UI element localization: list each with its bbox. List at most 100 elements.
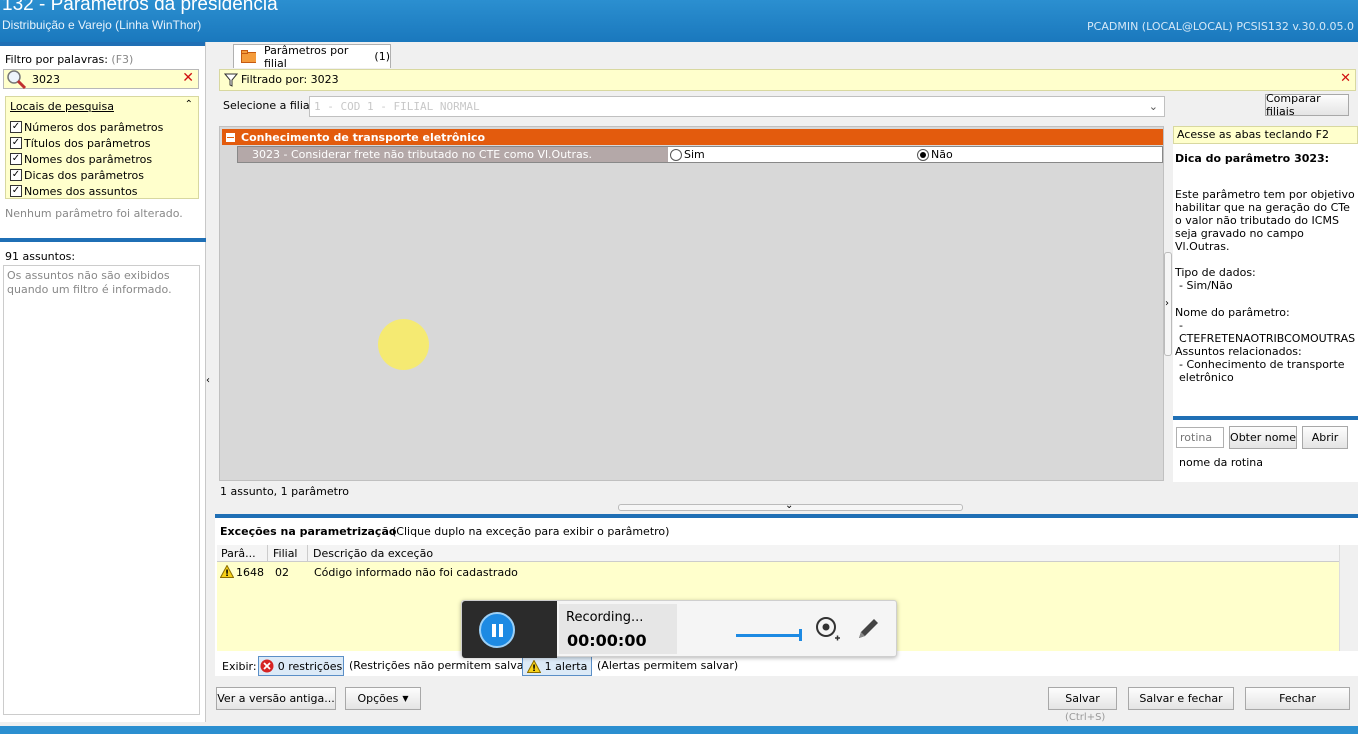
filial-select[interactable]: 1 - COD 1 - FILIAL NORMAL ⌄ xyxy=(309,96,1165,117)
rotina-input[interactable] xyxy=(1176,427,1224,448)
parameters-grid: Conhecimento de transporte eletrônico 30… xyxy=(219,126,1164,481)
recording-status-box: Recording... 00:00:00 xyxy=(559,604,677,654)
title-bar: 132 - Parâmetros da presidência Distribu… xyxy=(0,0,1358,42)
checkbox-assuntos[interactable]: ✓ Nomes dos assuntos xyxy=(10,184,138,198)
assuntos-count: 91 assuntos: xyxy=(5,250,76,263)
cell-descricao: Código informado não foi cadastrado xyxy=(314,566,518,579)
save-hotkey: (Ctrl+S) xyxy=(1065,712,1106,723)
old-version-button[interactable]: Ver a versão antiga... xyxy=(216,687,336,710)
search-icon xyxy=(7,70,27,90)
check-icon: ✓ xyxy=(10,185,22,197)
radio-circle-icon xyxy=(670,148,682,161)
recording-toolbar: Recording... 00:00:00 xyxy=(461,600,897,658)
save-button[interactable]: Salvar xyxy=(1048,687,1117,710)
filtered-by-bar: Filtrado por: 3023 ✕ xyxy=(219,69,1356,91)
locais-title: Locais de pesquisa xyxy=(10,100,114,113)
pause-button[interactable] xyxy=(479,612,515,648)
help-related-label: Assuntos relacionados: xyxy=(1175,345,1302,358)
tab-strip: Parâmetros por filial (1) xyxy=(215,42,1358,70)
collapse-group-icon[interactable] xyxy=(226,132,235,142)
assuntos-list[interactable]: Os assuntos não são exibidos quando um f… xyxy=(3,265,200,715)
horizontal-splitter[interactable]: ⌄ xyxy=(618,500,963,511)
volume-slider[interactable] xyxy=(736,634,800,637)
chevron-down-icon[interactable]: ⌄ xyxy=(785,500,793,511)
tab-parametros-por-filial[interactable]: Parâmetros por filial (1) xyxy=(233,44,391,70)
table-row[interactable]: ! 1648 02 Código informado não foi cadas… xyxy=(217,563,1339,581)
radio-nao[interactable]: Não xyxy=(915,147,1162,162)
checkbox-dicas[interactable]: ✓ Dicas dos parâmetros xyxy=(10,168,144,182)
radio-label: Sim xyxy=(684,148,705,161)
filial-row: Selecione a filial: 1 - COD 1 - FILIAL N… xyxy=(219,92,1358,118)
checkbox-titulos[interactable]: ✓ Títulos dos parâmetros xyxy=(10,136,151,150)
radio-circle-icon xyxy=(917,148,929,161)
radio-label: Não xyxy=(931,148,953,161)
clear-filter-icon[interactable]: ✕ xyxy=(1340,71,1351,86)
rotina-name-label: nome da rotina xyxy=(1179,456,1263,469)
help-related-value: - Conhecimento de transporte eletrônico xyxy=(1179,358,1345,384)
volume-slider-handle[interactable] xyxy=(799,629,802,641)
column-header[interactable]: Descrição da exceção xyxy=(313,547,433,560)
window-subtitle: Distribuição e Varejo (Linha WinThor) xyxy=(2,18,202,32)
check-icon: ✓ xyxy=(10,121,22,133)
checkbox-numeros[interactable]: ✓ Números dos parâmetros xyxy=(10,120,163,134)
help-pane: Acesse as abas teclando F2 Dica do parâm… xyxy=(1173,126,1358,416)
no-change-message: Nenhum parâmetro foi alterado. xyxy=(5,207,183,220)
filial-label: Selecione a filial: xyxy=(223,99,317,112)
clear-filter-icon[interactable]: ✕ xyxy=(182,70,194,86)
check-icon: ✓ xyxy=(10,137,22,149)
save-and-close-button[interactable]: Salvar e fechar xyxy=(1128,687,1234,710)
chevron-down-icon: ⌄ xyxy=(1148,100,1158,113)
column-header[interactable]: Parâ... xyxy=(221,547,256,560)
get-name-button[interactable]: Obter nome xyxy=(1229,426,1297,449)
dropdown-arrow-icon: ▼ xyxy=(402,694,409,703)
webcam-icon[interactable] xyxy=(815,616,841,642)
grid-summary: 1 assunto, 1 parâmetro xyxy=(220,485,349,498)
window-title: 132 - Parâmetros da presidência xyxy=(2,0,278,15)
alerts-button[interactable]: ! 1 alerta xyxy=(522,656,592,676)
column-header[interactable]: Filial xyxy=(273,547,298,560)
vertical-splitter[interactable]: ‹ xyxy=(205,280,213,480)
cell-param: 1648 xyxy=(236,566,264,579)
warning-icon: ! xyxy=(220,565,234,578)
compare-filiais-button[interactable]: Comparar filiais xyxy=(1265,92,1349,118)
search-locations-panel: Locais de pesquisa ⌃ ✓ Números dos parâme… xyxy=(5,96,199,199)
restrictions-button[interactable]: 0 restrições xyxy=(258,656,344,676)
old-version-label: Ver a versão antiga... xyxy=(217,692,335,705)
panel-accent-bar xyxy=(0,238,206,242)
recording-status: Recording... xyxy=(566,610,644,625)
filter-hotkey: (F3) xyxy=(111,53,134,66)
group-header[interactable]: Conhecimento de transporte eletrônico xyxy=(222,129,1163,145)
exceptions-title: Exceções na parametrização xyxy=(220,525,397,538)
recording-time: 00:00:00 xyxy=(567,631,647,650)
exceptions-hint: (Clique duplo na exceção para exibir o p… xyxy=(392,525,670,538)
filter-input[interactable]: 3023 ✕ xyxy=(3,69,199,90)
options-label: Opções xyxy=(357,692,399,705)
collapse-icon[interactable]: ⌃ xyxy=(185,99,193,110)
open-button[interactable]: Abrir xyxy=(1302,426,1348,449)
options-button[interactable]: Opções ▼ xyxy=(345,687,421,710)
restrictions-note: (Restrições não permitem salvar) xyxy=(349,659,533,672)
help-splitter[interactable]: › xyxy=(1164,252,1172,356)
checkbox-nomes[interactable]: ✓ Nomes dos parâmetros xyxy=(10,152,152,166)
help-name-label: Nome do parâmetro: xyxy=(1175,306,1290,319)
restrictions-label: 0 restrições xyxy=(277,659,343,673)
help-body: Este parâmetro tem por objetivo habilita… xyxy=(1175,188,1355,253)
filtered-by-label: Filtrado por: 3023 xyxy=(241,73,339,86)
cell-filial: 02 xyxy=(275,566,289,579)
filter-value: 3023 xyxy=(32,73,60,86)
collapse-left-icon[interactable]: ‹ xyxy=(206,375,210,386)
close-button[interactable]: Fechar xyxy=(1245,687,1350,710)
help-title: Dica do parâmetro 3023: xyxy=(1175,152,1330,165)
pen-icon[interactable] xyxy=(855,616,881,642)
show-label: Exibir: xyxy=(222,660,257,673)
filter-label-text: Filtro por palavras: xyxy=(5,53,108,66)
taskbar-strip xyxy=(0,726,1358,734)
parameter-row[interactable]: 3023 - Considerar frete não tributado no… xyxy=(237,146,1163,163)
radio-sim[interactable]: Sim xyxy=(668,147,915,162)
recording-control-area xyxy=(462,601,557,658)
exceptions-scrollbar[interactable] xyxy=(1339,545,1358,651)
alerts-label: 1 alerta xyxy=(544,659,588,673)
warning-icon: ! xyxy=(526,659,541,673)
funnel-icon xyxy=(224,73,238,87)
expand-right-icon[interactable]: › xyxy=(1165,298,1169,309)
